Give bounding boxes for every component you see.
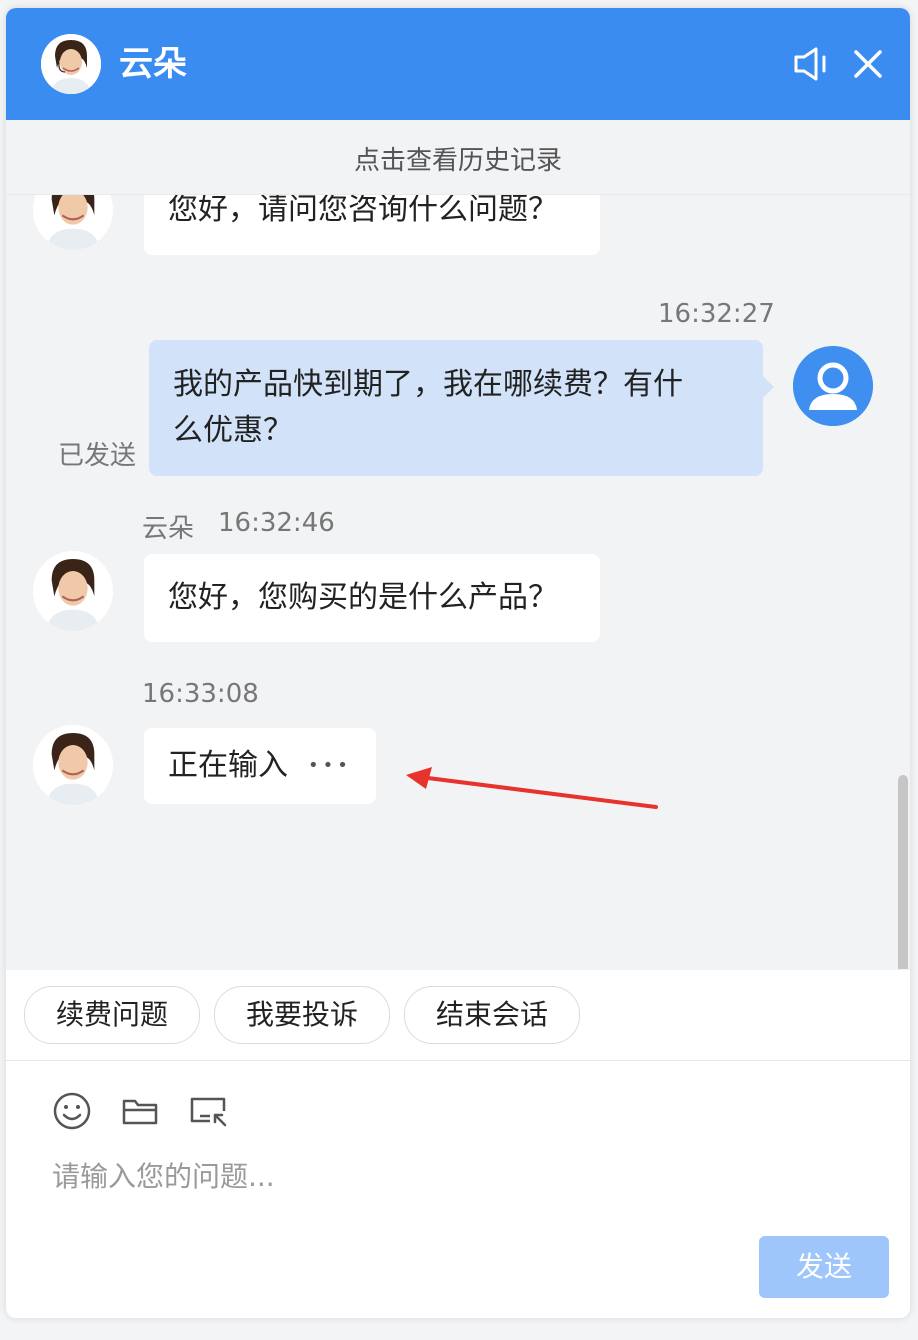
chat-window: 云朵 点击查看历史记录 您好，请问您咨询什么问题？ 16:32:27 我的产品快…	[6, 8, 910, 1318]
input-area: 请输入您的问题... 发送	[6, 1061, 910, 1318]
screenshot-icon[interactable]	[188, 1091, 228, 1131]
agent-avatar	[41, 34, 101, 94]
chat-header: 云朵	[6, 8, 910, 120]
typing-text: 正在输入	[168, 748, 288, 783]
typing-dots: •••	[308, 755, 352, 776]
message-text-line-2: 么优惠？	[173, 413, 293, 448]
message-text: 您好，您购买的是什么产品？	[168, 580, 558, 615]
history-link[interactable]: 点击查看历史记录	[6, 140, 910, 177]
message-status: 已发送	[58, 441, 137, 471]
emoji-icon[interactable]	[52, 1091, 92, 1131]
typing-indicator-bubble: 正在输入 •••	[144, 728, 376, 804]
speaker-icon[interactable]	[792, 44, 832, 84]
folder-icon[interactable]	[120, 1091, 160, 1131]
agent-message-bubble: 您好，您购买的是什么产品？	[144, 554, 600, 642]
agent-avatar	[33, 725, 113, 805]
user-message-bubble: 我的产品快到期了，我在哪续费？有什 么优惠？	[149, 340, 763, 476]
message-text-line-1: 我的产品快到期了，我在哪续费？有什	[173, 367, 683, 402]
send-button[interactable]: 发送	[759, 1236, 889, 1298]
agent-avatar	[33, 195, 113, 250]
quick-reply-end-session[interactable]: 结束会话	[404, 986, 580, 1044]
message-time: 16:32:27	[658, 299, 775, 329]
agent-avatar	[33, 551, 113, 631]
quick-reply-renewal[interactable]: 续费问题	[24, 986, 200, 1044]
message-text: 您好，请问您咨询什么问题？	[168, 195, 558, 227]
message-input[interactable]: 请输入您的问题...	[52, 1155, 275, 1195]
chat-scrollbar[interactable]	[898, 775, 908, 969]
close-icon[interactable]	[848, 44, 888, 84]
quick-replies: 续费问题 我要投诉 结束会话	[6, 970, 910, 1061]
bubble-tail	[762, 375, 774, 399]
agent-message-bubble: 您好，请问您咨询什么问题？	[144, 195, 600, 255]
user-avatar	[793, 346, 873, 426]
message-time: 16:33:08	[142, 679, 259, 709]
chat-messages: 您好，请问您咨询什么问题？ 16:32:27 我的产品快到期了，我在哪续费？有什…	[6, 195, 910, 969]
agent-name: 云朵	[142, 514, 195, 544]
quick-reply-complaint[interactable]: 我要投诉	[214, 986, 390, 1044]
header-title: 云朵	[119, 44, 187, 84]
history-link-bar[interactable]: 点击查看历史记录	[6, 120, 910, 195]
message-time: 16:32:46	[218, 508, 335, 538]
annotation-arrow-icon	[406, 767, 658, 809]
